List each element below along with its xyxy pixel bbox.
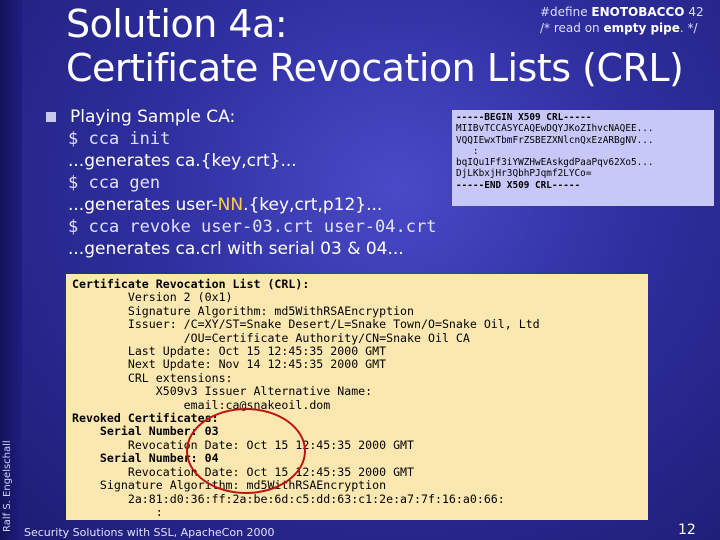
crl-dump-line: Revocation Date: Oct 15 12:45:35 2000 GM… [72,464,415,479]
pem-end: -----END X509 CRL----- [456,179,581,191]
crl-dump-line: Version 2 (0x1) [72,290,233,305]
highlight-circle [186,408,306,494]
crl-dump-line: Certificate Revocation List (CRL): [72,277,310,291]
pem-line: MIIBvTCCASYCAQEwDQYJKoZIhvcNAQEE... [456,123,654,135]
crl-dump-line: email:ca@snakeoil.dom [72,397,331,412]
crl-dump-line: X509v3 Issuer Alternative Name: [72,384,373,399]
title-line-2: Certificate Revocation Lists (CRL) [66,46,684,90]
command-output: ...generates user-NN.{key,crt,p12}... [68,195,383,215]
pem-line: bqIQu1Ff3iYWZHwEAskgdPaaPqv62Xo5... [456,157,654,169]
crl-text-dump: Certificate Revocation List (CRL): Versi… [66,274,648,520]
footer-text: Security Solutions with SSL, ApacheCon 2… [24,526,275,539]
crl-dump-line: /OU=Certificate Authority/CN=Snake Oil C… [72,330,470,345]
crl-dump-line: Last Update: Oct 15 12:45:35 2000 GMT [72,344,387,359]
author-name: Ralf S. Engelschall [2,440,13,532]
quip-line-2: /* read on empty pipe. */ [540,21,698,35]
crl-dump-line: Serial Number: 04 [72,451,219,466]
crl-dump-line: Revocation Date: Oct 15 12:45:35 2000 GM… [72,437,415,452]
command-line: $ cca revoke user-03.crt user-04.crt [68,217,437,237]
pem-line: VQQIEwxTbmFrZSBEZXNlcnQxEzARBgNV... [456,134,654,146]
page-number: 12 [678,522,696,538]
pem-begin: -----BEGIN X509 CRL----- [456,112,592,123]
crl-dump-line: Revoked Certificates: [72,411,219,426]
crl-dump-line: Signature Algorithm: md5WithRSAEncryptio… [72,303,415,318]
nn-placeholder: NN [217,195,244,215]
crl-dump-line: 2a:81:d0:36:ff:2a:be:6d:c5:dd:63:c1:2e:a… [72,491,505,506]
crl-dump-line: Next Update: Nov 14 12:45:35 2000 GMT [72,357,387,372]
header-quip: #define ENOTOBACCO 42 /* read on empty p… [540,4,704,36]
quip-line-1: #define ENOTOBACCO 42 [540,5,704,19]
square-bullet-icon [46,112,56,122]
command-line: $ cca init [68,129,171,149]
command-line: $ cca gen [68,173,161,193]
bullet-heading: Playing Sample CA: [70,107,236,127]
command-output: ...generates ca.crl with serial 03 & 04.… [68,239,404,259]
pem-line: DjLKbxjHr3QbhPJqmf2LYCo= [456,168,592,180]
crl-pem-box: -----BEGIN X509 CRL----- MIIBvTCCASYCAQEw… [452,110,714,206]
crl-dump-line: Serial Number: 03 [72,424,219,439]
crl-dump-line: Issuer: /C=XY/ST=Snake Desert/L=Snake To… [72,317,540,332]
crl-dump-line: CRL extensions: [72,370,233,385]
command-output: ...generates ca.{key,crt}... [68,151,297,171]
crl-dump-line: : [72,504,163,519]
crl-dump-line: Signature Algorithm: md5WithRSAEncryptio… [72,478,387,493]
pem-line: : [456,145,479,157]
